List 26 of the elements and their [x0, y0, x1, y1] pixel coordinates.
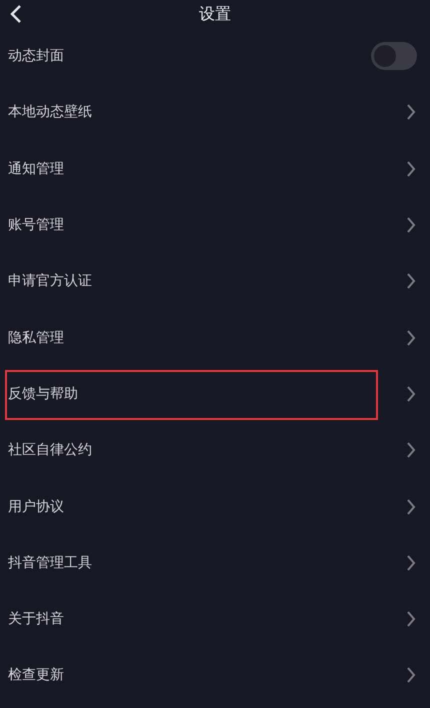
chevron-icon	[406, 160, 416, 177]
settings-item[interactable]: 通知管理	[0, 140, 430, 197]
settings-item[interactable]: 账号管理	[0, 196, 430, 254]
chevron-icon	[406, 554, 416, 571]
chevron-icon	[406, 217, 416, 234]
chevron-icon	[406, 667, 416, 684]
chevron-icon	[406, 104, 416, 120]
settings-item[interactable]: 用户协议	[0, 478, 430, 535]
settings-item[interactable]: 隐私管理	[0, 309, 430, 366]
toggle-switch[interactable]	[371, 42, 417, 70]
settings-item[interactable]: 本地动态壁纸	[0, 84, 430, 141]
settings-item[interactable]: 社区自律公约	[0, 422, 430, 478]
chevron-icon	[406, 330, 416, 346]
settings-item[interactable]: 申请官方认证	[0, 253, 430, 310]
chevron-icon	[406, 386, 416, 402]
chevron-icon	[406, 442, 416, 458]
chevron-icon	[406, 498, 416, 515]
settings-item[interactable]: 反馈与帮助	[0, 366, 430, 422]
settings-item[interactable]: 关于抖音	[0, 590, 430, 648]
chevron-icon	[406, 611, 416, 628]
settings-item[interactable]: 抖音管理工具	[0, 534, 430, 591]
back-button[interactable]	[8, 3, 24, 25]
chevron-icon	[406, 273, 416, 290]
settings-item[interactable]: 动态封面	[0, 28, 430, 84]
page-title: 设置	[199, 4, 231, 24]
settings-item[interactable]: 检查更新	[0, 647, 430, 704]
